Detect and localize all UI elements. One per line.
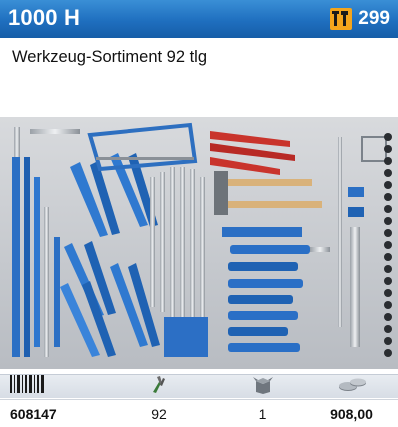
product-description: Werkzeug-Sortiment 92 tlg: [12, 48, 208, 66]
product-card: 1000 H 299 Werkzeug-Sortiment 92 tlg 608…: [0, 0, 398, 427]
package-icon: [252, 374, 274, 399]
barcode-icon: [10, 375, 44, 398]
barcode-cell: [0, 375, 98, 398]
package-quantity: 1: [258, 405, 267, 422]
price-icon-cell: [305, 375, 398, 398]
tool-set-icon: [330, 8, 353, 30]
hand-tools-icon: [149, 374, 169, 399]
footer-value-row: 608147 92 1 908,00: [0, 399, 398, 427]
pieces-icon-cell: [98, 375, 220, 398]
pieces-count: 92: [151, 405, 167, 422]
footer-icon-row: [0, 374, 398, 398]
price: 908,00: [330, 405, 373, 422]
header-bar: 1000 H 299: [0, 0, 398, 38]
tool-assortment-photo: [0, 117, 398, 369]
page-badge: 299: [330, 8, 390, 30]
product-series-title: 1000 H: [8, 5, 81, 30]
package-icon-cell: [220, 375, 305, 398]
page-number: 299: [358, 8, 390, 29]
article-number: 608147: [10, 405, 57, 422]
coins-icon: [337, 375, 367, 398]
